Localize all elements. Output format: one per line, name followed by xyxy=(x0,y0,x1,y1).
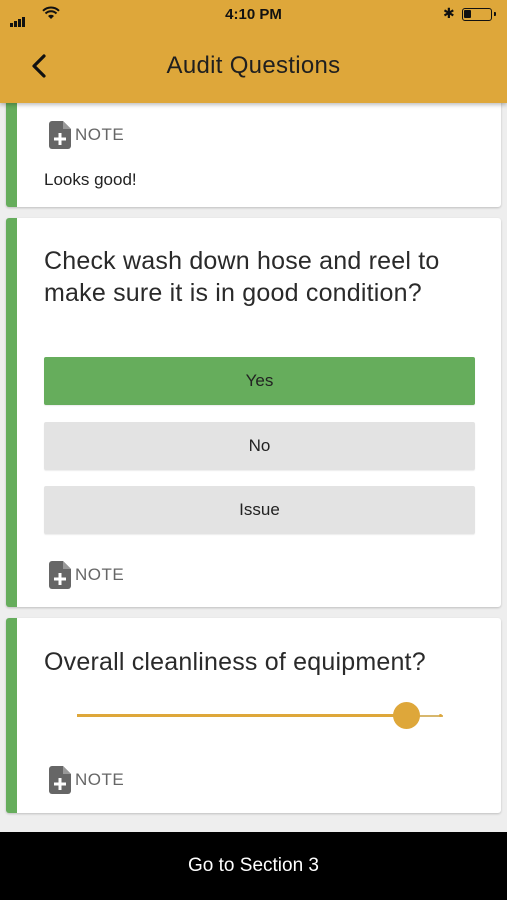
note-add-icon xyxy=(49,561,71,589)
battery-icon xyxy=(462,8,496,21)
note-text: Looks good! xyxy=(44,170,137,189)
answer-no-button[interactable]: No xyxy=(44,422,475,470)
note-add-icon xyxy=(49,121,71,149)
bluetooth-icon: ✱ xyxy=(443,5,455,21)
next-section-button[interactable]: Go to Section 3 xyxy=(0,832,507,900)
slider-active-track xyxy=(77,714,407,717)
question-text: Check wash down hose and reel to make su… xyxy=(44,247,440,307)
note-label: NOTE xyxy=(75,125,125,144)
status-time: 4:10 PM xyxy=(225,6,282,23)
status-bar: 4:10 PM ✱ xyxy=(0,0,507,30)
question-card-3: Overall cleanliness of equipment? NOTE xyxy=(6,618,501,813)
page-title: Audit Questions xyxy=(166,52,341,79)
answer-issue-button[interactable]: Issue xyxy=(44,486,475,534)
answer-yes-button[interactable]: Yes xyxy=(44,357,475,405)
note-add-icon xyxy=(49,766,71,794)
question-text: Overall cleanliness of equipment? xyxy=(44,648,426,676)
note-button[interactable]: NOTE xyxy=(49,766,124,794)
note-button[interactable]: NOTE xyxy=(49,561,124,589)
slider-end-dot xyxy=(439,714,442,717)
note-label: NOTE xyxy=(75,770,125,789)
note-label: NOTE xyxy=(75,565,125,584)
note-button[interactable]: NOTE xyxy=(49,121,124,149)
question-card-2: Check wash down hose and reel to make su… xyxy=(6,218,501,607)
slider-thumb[interactable] xyxy=(392,702,420,729)
app-header: 4:10 PM ✱ Audit Questions xyxy=(0,0,507,103)
